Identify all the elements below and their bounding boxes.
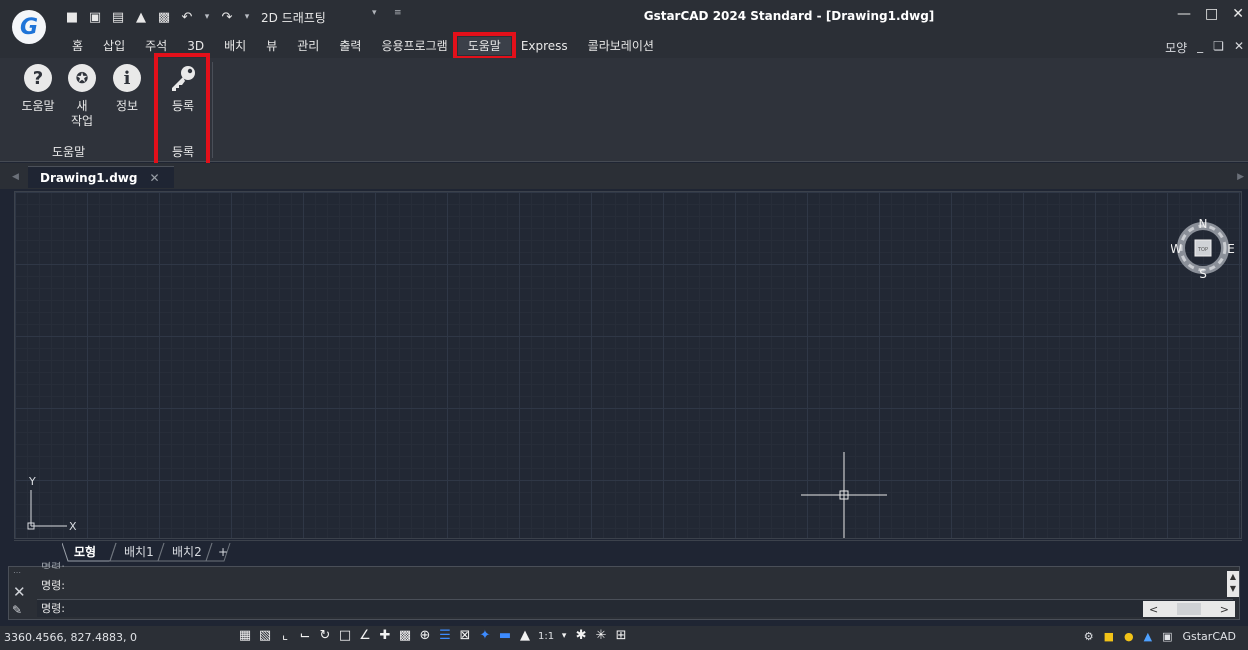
tab-collaboration[interactable]: 콜라보레이션 <box>578 37 664 55</box>
annotation-monitor-icon[interactable]: ✦ <box>478 629 492 643</box>
appearance-menu[interactable]: 모양 <box>1165 39 1187 56</box>
document-tab-bar: ◀ Drawing1.dwg ✕ ▶ <box>0 163 1248 189</box>
command-input[interactable]: 명령: <box>37 599 1233 617</box>
info-icon: i <box>113 64 141 92</box>
dynamic-ucs-icon[interactable]: ⌞ <box>278 629 292 643</box>
help-button-label: 도움말 <box>21 99 55 113</box>
minimize-icon[interactable]: — <box>1177 6 1191 22</box>
selection-cycling-icon[interactable]: ☰ <box>438 629 452 643</box>
tab-layout[interactable]: 배치 <box>214 37 256 55</box>
tab-manage[interactable]: 관리 <box>287 37 329 55</box>
snap-icon[interactable]: ▦ <box>238 629 252 643</box>
document-tab-label: Drawing1.dwg <box>40 171 138 185</box>
close-icon[interactable]: ✕ <box>1232 6 1244 22</box>
tab-view[interactable]: 뷰 <box>256 37 287 55</box>
lineweight-icon[interactable]: ▩ <box>398 629 412 643</box>
ucs-icon: Y X <box>27 475 77 532</box>
new-task-icon: ✪ <box>68 64 96 92</box>
ribbon-separator <box>212 62 213 158</box>
command-history-line: 명령: <box>41 579 65 592</box>
status-bar: 3360.4566, 827.4883, 0 ▦ ▧ ⌞ ⌙ ↻ □ ∠ ✚ ▩… <box>0 626 1248 650</box>
compass-east: E <box>1227 242 1235 256</box>
tab-scroll-right-icon[interactable]: ▶ <box>1237 172 1244 182</box>
ortho-icon[interactable]: ⌙ <box>298 629 312 643</box>
menubar-right-controls: 모양 _ ❏ ✕ <box>1165 39 1244 56</box>
command-grip-icon[interactable]: ⋯ <box>13 568 21 577</box>
drawing-canvas[interactable]: TOP N S E W Y X <box>14 191 1242 539</box>
new-task-button-label: 새 작업 <box>70 99 94 128</box>
scroll-thumb[interactable] <box>1177 603 1201 615</box>
window-controls: — □ ✕ <box>1177 6 1244 22</box>
help-button[interactable]: ? 도움말 <box>16 64 60 114</box>
status-right-tray: ⚙ ■ ● ▲ ▣ GstarCAD <box>1084 630 1236 643</box>
annotation-visibility-icon[interactable]: ✱ <box>574 629 588 643</box>
command-history-partial: 명령: <box>41 561 65 569</box>
object-snap-icon[interactable]: □ <box>338 629 352 643</box>
info-button[interactable]: i 정보 <box>105 64 149 114</box>
close-tab-icon[interactable]: ✕ <box>149 171 159 185</box>
clean-screen-icon[interactable]: ▣ <box>1162 630 1172 643</box>
settings-gear-icon[interactable]: ⚙ <box>1084 630 1094 643</box>
annotation-scale-value[interactable]: 1:1 <box>538 631 554 642</box>
auto-scale-icon[interactable]: ✳ <box>594 629 608 643</box>
tab-home[interactable]: 홈 <box>62 37 93 55</box>
app-logo[interactable]: G <box>12 10 46 44</box>
viewcube-top-label: TOP <box>1197 247 1208 253</box>
command-scroll-horizontal[interactable]: < > <box>1143 601 1235 617</box>
help-icon: ? <box>24 64 52 92</box>
doc-close-icon[interactable]: ✕ <box>1234 39 1244 56</box>
annotation-scale-icon[interactable]: ▲ <box>518 629 532 643</box>
tab-insert[interactable]: 삽입 <box>93 37 135 55</box>
maximize-icon[interactable]: □ <box>1205 6 1218 22</box>
close-command-icon[interactable]: ✕ <box>13 583 26 601</box>
document-tab[interactable]: Drawing1.dwg ✕ <box>28 166 174 188</box>
tab-scroll-left-icon[interactable]: ◀ <box>12 172 19 182</box>
polar-icon[interactable]: ↻ <box>318 629 332 643</box>
new-task-button[interactable]: ✪ 새 작업 <box>60 64 104 129</box>
compass-north: N <box>1199 217 1208 231</box>
viewcube-compass[interactable]: TOP N S E W <box>1171 216 1235 280</box>
ucs-x-label: X <box>69 520 77 532</box>
scale-dropdown-icon[interactable]: ▾ <box>560 629 568 643</box>
compass-west: W <box>1171 242 1182 256</box>
tab-applications[interactable]: 응용프로그램 <box>371 37 457 55</box>
app-logo-letter: G <box>19 14 39 40</box>
tab-help[interactable]: 도움말 <box>452 32 516 60</box>
status-toggles: ▦ ▧ ⌞ ⌙ ↻ □ ∠ ✚ ▩ ⊕ ☰ ⊠ ✦ ▬ ▲ 1:1 ▾ ✱ ✳ … <box>238 629 628 643</box>
group-label-help: 도움말 <box>52 145 86 159</box>
hardware-accel-icon[interactable]: ● <box>1124 630 1134 643</box>
snap-tracking-icon[interactable]: ∠ <box>358 629 372 643</box>
doc-minimize-icon[interactable]: _ <box>1197 39 1203 56</box>
tab-output[interactable]: 출력 <box>329 37 371 55</box>
tab-express[interactable]: Express <box>511 37 578 55</box>
title-bar: ■ ▣ ▤ ▲ ▩ ↶ ▾ ↷ ▾ 2D 드래프팅 ▾ ≡ GstarCAD 2… <box>0 0 1248 34</box>
command-customize-icon[interactable]: ✎ <box>12 603 22 617</box>
command-line-panel: ⋯ ✕ ✎ 명령: 명령: 명령: ▲ ▼ < > <box>8 561 1240 620</box>
quick-props-icon[interactable]: ⊕ <box>418 629 432 643</box>
grid-icon[interactable]: ▧ <box>258 629 272 643</box>
lock-icon[interactable]: ■ <box>1104 630 1114 643</box>
crosshair-cursor <box>801 452 887 538</box>
window-title: GstarCAD 2024 Standard - [Drawing1.dwg] <box>643 9 935 23</box>
register-highlight-box <box>154 53 210 169</box>
workspace-icon[interactable]: ▬ <box>498 629 512 643</box>
dynamic-input-icon[interactable]: ✚ <box>378 629 392 643</box>
app-name-label: GstarCAD <box>1182 630 1236 643</box>
scroll-left-icon[interactable]: < <box>1149 603 1158 616</box>
scroll-right-icon[interactable]: > <box>1220 603 1229 616</box>
isolate-objects-icon[interactable]: ▲ <box>1144 630 1152 643</box>
compass-south: S <box>1199 267 1207 280</box>
doc-restore-icon[interactable]: ❏ <box>1213 39 1224 56</box>
transparency-icon[interactable]: ⊠ <box>458 629 472 643</box>
info-button-label: 정보 <box>115 99 139 113</box>
customization-icon[interactable]: ⊞ <box>614 629 628 643</box>
command-scroll-vertical[interactable]: ▲ ▼ <box>1227 571 1239 597</box>
ucs-y-label: Y <box>28 475 36 488</box>
cursor-coordinates: 3360.4566, 827.4883, 0 <box>4 631 137 644</box>
